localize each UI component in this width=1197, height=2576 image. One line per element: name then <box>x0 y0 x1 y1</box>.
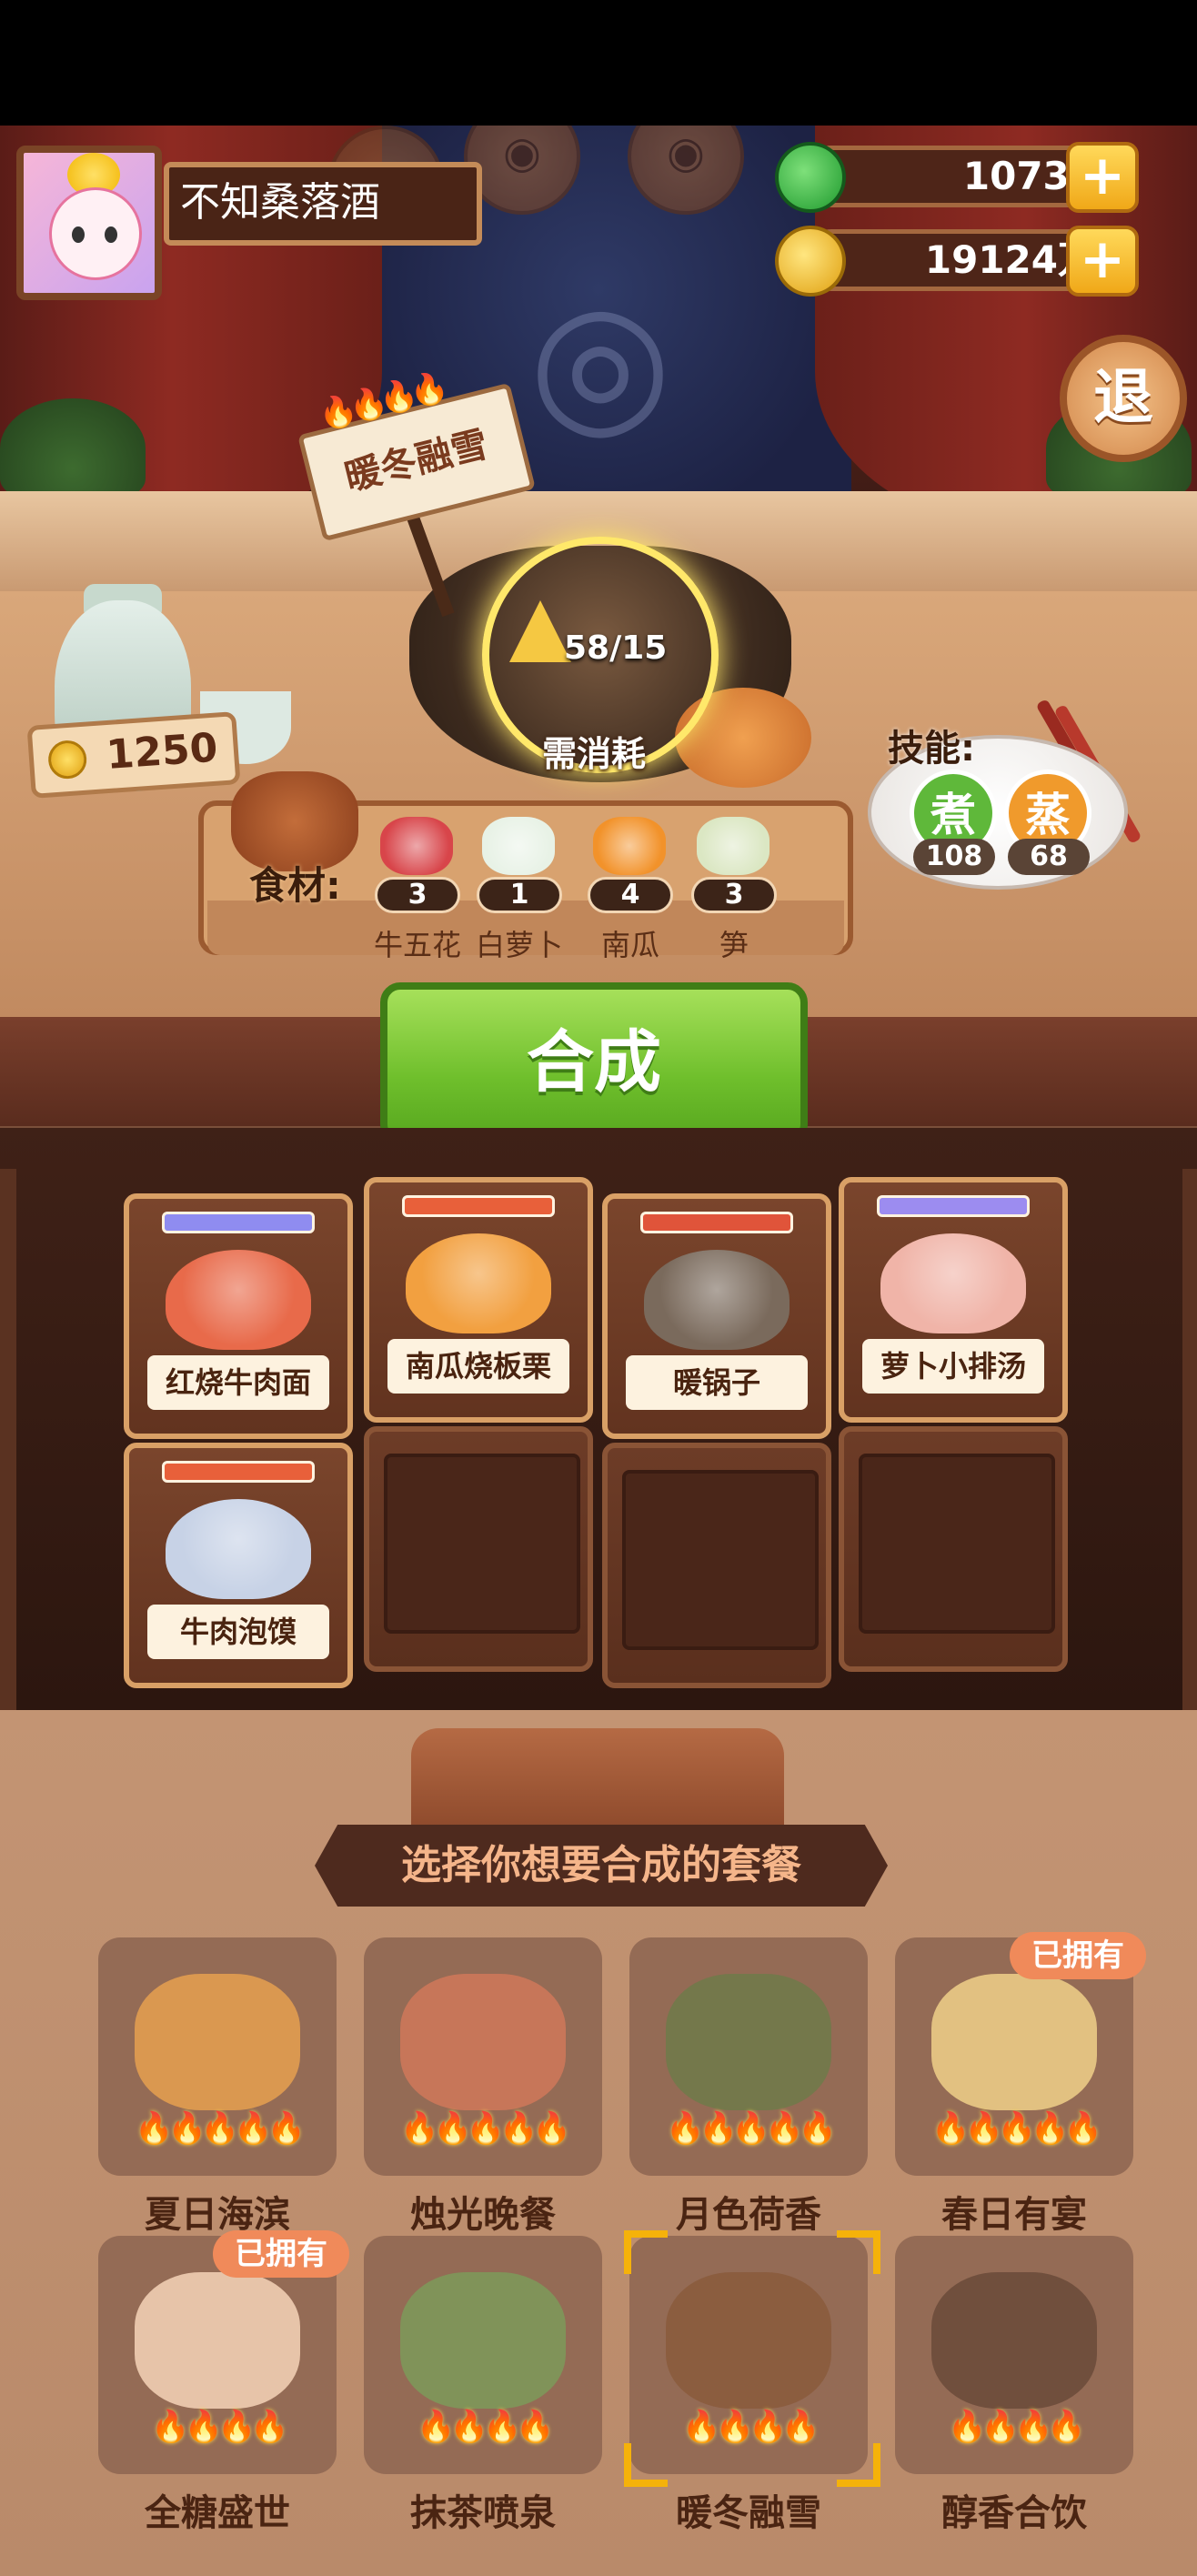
set-artwork-icon <box>666 1974 831 2110</box>
rarity-bar <box>402 1195 555 1217</box>
radish-rib-soup-icon <box>880 1233 1026 1333</box>
ingredient-count: 3 <box>691 877 777 913</box>
dish-card[interactable]: 牛肉泡馍 <box>124 1443 353 1688</box>
rarity-bar <box>162 1212 315 1233</box>
menu-title: 选择你想要合成的套餐 <box>315 1825 888 1907</box>
eye-icon <box>105 226 117 243</box>
ingredient-count: 3 <box>375 877 460 913</box>
empty-dish-slot[interactable] <box>839 1426 1068 1672</box>
dish-card[interactable]: 暖锅子 <box>602 1193 831 1439</box>
flame-rating-icon: 🔥🔥🔥🔥🔥 <box>666 2110 837 2147</box>
steam-skill-value: 68 <box>1008 839 1090 875</box>
radish-icon <box>482 817 555 875</box>
flame-rating-icon: 🔥🔥🔥🔥 <box>682 2409 820 2445</box>
pork-belly-icon <box>380 817 453 875</box>
dish-name: 萝卜小排汤 <box>862 1339 1044 1394</box>
empty-dish-slot[interactable] <box>364 1426 593 1672</box>
boil-skill-value: 108 <box>913 839 995 875</box>
exit-button[interactable]: 退 <box>1060 335 1187 462</box>
plant-icon <box>0 398 146 498</box>
add-coins-button[interactable]: + <box>1066 226 1139 297</box>
price-tag: 1250 <box>26 711 241 799</box>
flame-rating-icon: 🔥🔥🔥🔥🔥 <box>135 2110 306 2147</box>
set-name: 春日有宴 <box>941 2194 1087 2236</box>
slot-inner <box>859 1454 1055 1634</box>
rarity-bar <box>877 1195 1030 1217</box>
avatar-face-icon <box>49 187 142 280</box>
coin-icon <box>775 226 846 297</box>
shelf-frame <box>1182 1169 1197 1710</box>
set-card[interactable]: 🔥🔥🔥🔥🔥 <box>98 1937 337 2176</box>
panel-tab-handle[interactable] <box>411 1728 784 1830</box>
beef-bread-soup-icon <box>166 1499 311 1599</box>
consume-label: 需消耗 <box>542 734 647 774</box>
flame-rating-icon: 🔥🔥🔥🔥 <box>151 2409 288 2445</box>
set-artwork-icon <box>666 2272 831 2409</box>
slot-inner <box>384 1454 580 1634</box>
set-artwork-icon <box>135 2272 300 2409</box>
set-name: 全糖盛世 <box>145 2492 290 2534</box>
selection-corner <box>624 2230 668 2274</box>
set-card[interactable]: 🔥🔥🔥🔥 <box>364 2236 602 2474</box>
owned-badge: 已拥有 <box>213 2230 349 2278</box>
add-jade-button[interactable]: + <box>1066 142 1139 213</box>
flame-rating-icon: 🔥🔥🔥🔥 <box>948 2409 1085 2445</box>
slot-inner <box>622 1470 819 1650</box>
set-artwork-icon <box>400 1974 566 2110</box>
dish-card[interactable]: 萝卜小排汤 <box>839 1177 1068 1423</box>
dish-name: 暖锅子 <box>626 1355 808 1410</box>
shelf-frame <box>0 1169 16 1710</box>
pumpkin-icon <box>593 817 666 875</box>
selection-corner <box>837 2230 880 2274</box>
dish-name: 红烧牛肉面 <box>147 1355 329 1410</box>
dish-name: 牛肉泡馍 <box>147 1605 329 1659</box>
progress-text: 58/15 <box>564 629 668 667</box>
dish-card[interactable]: 南瓜烧板栗 <box>364 1177 593 1423</box>
beef-noodle-icon <box>166 1250 311 1350</box>
owned-badge: 已拥有 <box>1010 1932 1146 1979</box>
ingredient-count: 4 <box>588 877 673 913</box>
selection-corner <box>624 2443 668 2487</box>
avatar[interactable] <box>16 146 162 300</box>
set-artwork-icon <box>135 1974 300 2110</box>
selection-corner <box>837 2443 880 2487</box>
dish-name: 南瓜烧板栗 <box>387 1339 569 1394</box>
flame-rating-icon: 🔥🔥🔥🔥🔥 <box>400 2110 571 2147</box>
set-card[interactable]: 🔥🔥🔥🔥 <box>895 2236 1133 2474</box>
flame-rating-icon: 🔥🔥🔥🔥🔥 <box>931 2110 1102 2147</box>
eye-icon <box>72 226 85 243</box>
ingredients-label: 食材: <box>249 863 341 908</box>
rarity-bar <box>640 1212 793 1233</box>
coin-icon <box>46 739 88 780</box>
set-card[interactable]: 🔥🔥🔥🔥🔥 <box>364 1937 602 2176</box>
player-name: 不知桑落酒 <box>164 162 482 246</box>
synthesize-button[interactable]: 合成 <box>380 982 808 1144</box>
set-name: 暖冬融雪 <box>676 2492 821 2534</box>
empty-dish-slot[interactable] <box>602 1443 831 1688</box>
dish-card[interactable]: 红烧牛肉面 <box>124 1193 353 1439</box>
rarity-bar <box>162 1461 315 1483</box>
ingredient-name: 笋 <box>719 928 749 962</box>
set-name: 抹茶喷泉 <box>410 2492 556 2534</box>
jade-icon <box>775 142 846 213</box>
hotpot-icon <box>644 1250 790 1350</box>
set-artwork-icon <box>931 2272 1097 2409</box>
set-artwork-icon <box>931 1974 1097 2110</box>
status-bar <box>0 0 1197 126</box>
flame-rating-icon: 🔥🔥🔥🔥 <box>417 2409 554 2445</box>
bamboo-shoot-icon <box>697 817 770 875</box>
pumpkin-chestnut-icon <box>406 1233 551 1333</box>
ingredient-count: 1 <box>477 877 562 913</box>
set-artwork-icon <box>400 2272 566 2409</box>
set-name: 醇香合饮 <box>941 2492 1087 2534</box>
price-value: 1250 <box>105 724 219 780</box>
set-name: 烛光晚餐 <box>410 2194 556 2236</box>
skills-label: 技能: <box>888 728 975 770</box>
set-card[interactable]: 🔥🔥🔥🔥🔥 <box>629 1937 868 2176</box>
